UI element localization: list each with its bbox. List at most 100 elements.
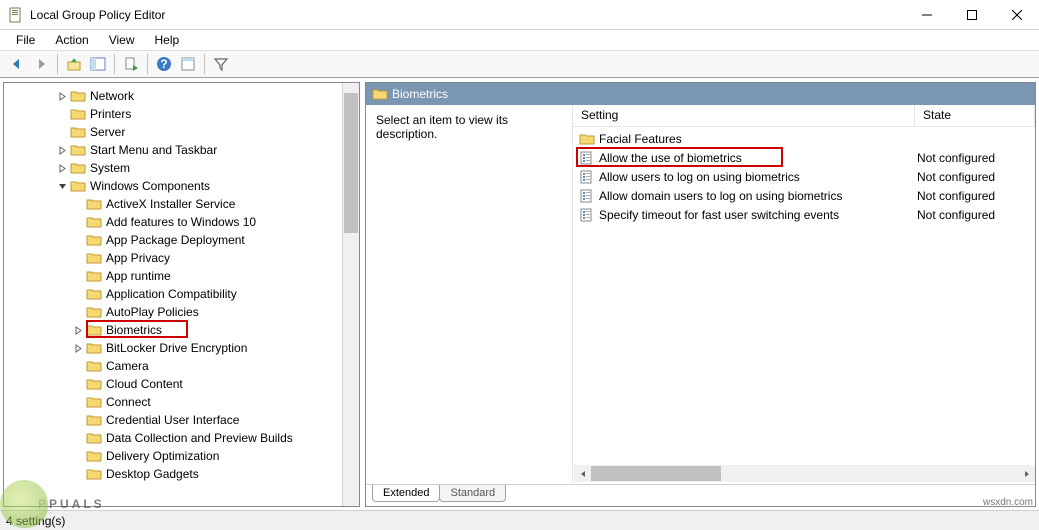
- collapse-icon[interactable]: [56, 180, 68, 192]
- folder-icon: [579, 132, 595, 146]
- menu-file[interactable]: File: [8, 31, 43, 49]
- list-row[interactable]: Allow the use of biometricsNot configure…: [573, 148, 1035, 167]
- tree-item[interactable]: Data Collection and Preview Builds: [4, 429, 359, 447]
- tree-item[interactable]: App runtime: [4, 267, 359, 285]
- tree-item[interactable]: Application Compatibility: [4, 285, 359, 303]
- export-list-button[interactable]: [120, 53, 142, 75]
- tree-item[interactable]: App Package Deployment: [4, 231, 359, 249]
- folder-icon: [86, 359, 102, 373]
- list-row[interactable]: Allow domain users to log on using biome…: [573, 186, 1035, 205]
- list-header: Setting State: [573, 105, 1035, 127]
- up-button[interactable]: [63, 53, 85, 75]
- scrollbar-thumb[interactable]: [344, 93, 358, 233]
- toolbar: ?: [0, 50, 1039, 78]
- tree-item[interactable]: Start Menu and Taskbar: [4, 141, 359, 159]
- tree[interactable]: Network Printers Server Start Menu and Task…: [4, 83, 359, 506]
- tree-item[interactable]: Desktop Gadgets: [4, 465, 359, 483]
- expand-spacer: [72, 378, 84, 390]
- menu-help[interactable]: Help: [147, 31, 188, 49]
- tree-item[interactable]: Delivery Optimization: [4, 447, 359, 465]
- expand-spacer: [72, 468, 84, 480]
- tree-scrollbar[interactable]: [342, 83, 359, 506]
- scroll-left-arrow[interactable]: [574, 465, 591, 482]
- folder-icon: [86, 287, 102, 301]
- folder-icon: [86, 251, 102, 265]
- folder-icon: [86, 377, 102, 391]
- policy-icon: [579, 189, 595, 203]
- tree-item-label: Camera: [106, 359, 149, 373]
- expand-spacer: [72, 414, 84, 426]
- tree-item[interactable]: ActiveX Installer Service: [4, 195, 359, 213]
- filter-button[interactable]: [210, 53, 232, 75]
- scroll-thumb-h[interactable]: [591, 466, 721, 481]
- column-state[interactable]: State: [915, 105, 1035, 126]
- window-title: Local Group Policy Editor: [30, 8, 904, 22]
- setting-name: Allow the use of biometrics: [599, 151, 917, 165]
- tree-item[interactable]: BitLocker Drive Encryption: [4, 339, 359, 357]
- column-setting[interactable]: Setting: [573, 105, 915, 126]
- minimize-button[interactable]: [904, 0, 949, 29]
- tab-extended[interactable]: Extended: [372, 485, 440, 502]
- tree-item[interactable]: Cloud Content: [4, 375, 359, 393]
- setting-state: Not configured: [917, 170, 1035, 184]
- scroll-right-arrow[interactable]: [1018, 465, 1035, 482]
- tree-item-label: Application Compatibility: [106, 287, 237, 301]
- expand-spacer: [56, 108, 68, 120]
- menu-view[interactable]: View: [101, 31, 143, 49]
- tree-item[interactable]: Connect: [4, 393, 359, 411]
- close-button[interactable]: [994, 0, 1039, 29]
- setting-name: Facial Features: [599, 132, 917, 146]
- tree-item[interactable]: Network: [4, 87, 359, 105]
- show-hide-tree-button[interactable]: [87, 53, 109, 75]
- tree-item-label: System: [90, 161, 130, 175]
- expand-spacer: [72, 396, 84, 408]
- expand-icon[interactable]: [56, 90, 68, 102]
- tree-item-label: Printers: [90, 107, 131, 121]
- list-row[interactable]: Facial Features: [573, 129, 1035, 148]
- tree-item[interactable]: Add features to Windows 10: [4, 213, 359, 231]
- tree-item[interactable]: System: [4, 159, 359, 177]
- tree-item-label: Data Collection and Preview Builds: [106, 431, 293, 445]
- folder-icon: [70, 89, 86, 103]
- tab-standard[interactable]: Standard: [439, 485, 506, 502]
- expand-icon[interactable]: [72, 342, 84, 354]
- folder-icon: [70, 125, 86, 139]
- menu-action[interactable]: Action: [47, 31, 96, 49]
- policy-icon: [579, 170, 595, 184]
- folder-icon: [86, 467, 102, 481]
- expand-icon[interactable]: [72, 324, 84, 336]
- list-row[interactable]: Specify timeout for fast user switching …: [573, 205, 1035, 224]
- description-prompt: Select an item to view its description.: [376, 113, 508, 141]
- tree-item[interactable]: Server: [4, 123, 359, 141]
- tree-item-label: Desktop Gadgets: [106, 467, 199, 481]
- tree-item[interactable]: Biometrics: [4, 321, 359, 339]
- horizontal-scrollbar[interactable]: [574, 465, 1035, 482]
- settings-list: Setting State Facial Features Allow the u…: [572, 105, 1035, 506]
- tree-item-label: Server: [90, 125, 125, 139]
- tree-item-label: Add features to Windows 10: [106, 215, 256, 229]
- help-button[interactable]: ?: [153, 53, 175, 75]
- expand-spacer: [72, 306, 84, 318]
- tree-item[interactable]: AutoPlay Policies: [4, 303, 359, 321]
- tree-item-label: Connect: [106, 395, 151, 409]
- maximize-button[interactable]: [949, 0, 994, 29]
- expand-icon[interactable]: [56, 144, 68, 156]
- tree-item[interactable]: Camera: [4, 357, 359, 375]
- list-row[interactable]: Allow users to log on using biometricsNo…: [573, 167, 1035, 186]
- forward-button[interactable]: [30, 53, 52, 75]
- tree-item[interactable]: App Privacy: [4, 249, 359, 267]
- view-tabs: Extended Standard: [366, 484, 1035, 506]
- properties-button[interactable]: [177, 53, 199, 75]
- scroll-track[interactable]: [591, 465, 1018, 482]
- tree-item-label: ActiveX Installer Service: [106, 197, 235, 211]
- tree-item[interactable]: Windows Components: [4, 177, 359, 195]
- tree-item-label: App runtime: [106, 269, 171, 283]
- details-title: Biometrics: [392, 87, 448, 101]
- setting-name: Allow domain users to log on using biome…: [599, 189, 917, 203]
- back-button[interactable]: [6, 53, 28, 75]
- tree-item[interactable]: Printers: [4, 105, 359, 123]
- expand-icon[interactable]: [56, 162, 68, 174]
- tree-item-label: Windows Components: [90, 179, 210, 193]
- tree-item[interactable]: Credential User Interface: [4, 411, 359, 429]
- details-header: Biometrics: [366, 83, 1035, 105]
